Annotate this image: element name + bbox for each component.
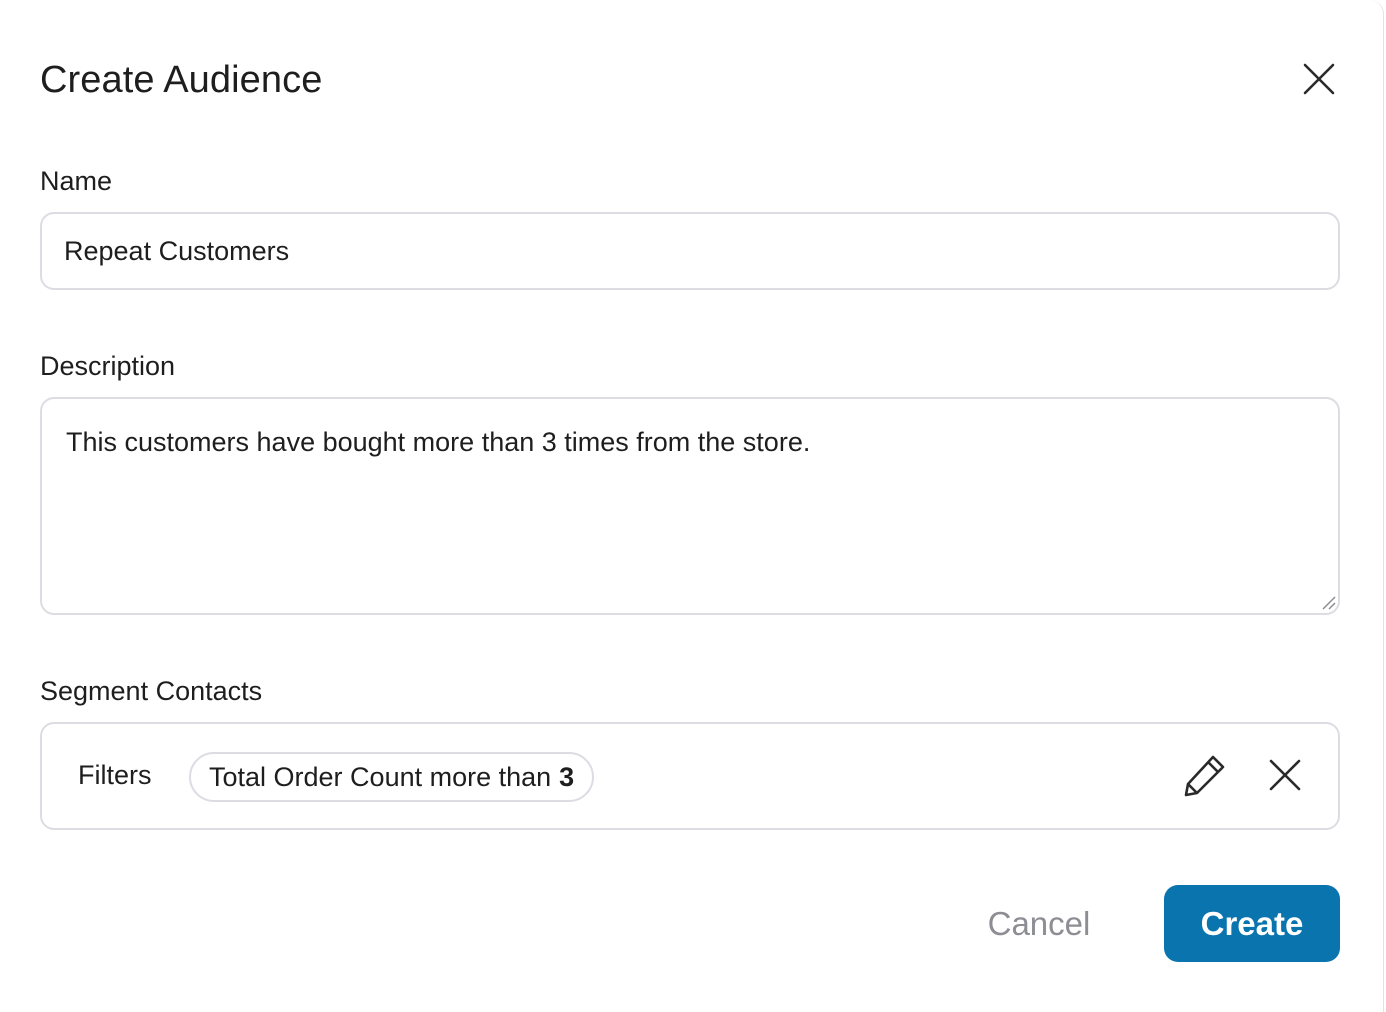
create-audience-dialog: Create Audience Name Description This cu… [0,0,1384,1012]
resize-handle-icon[interactable] [1320,594,1336,610]
filters-label: Filters [78,760,152,790]
name-input[interactable] [40,212,1340,290]
segment-contacts-label: Segment Contacts [40,676,263,706]
close-button[interactable] [1298,58,1340,100]
remove-filter-button[interactable] [1260,750,1310,800]
pencil-icon [1184,755,1225,797]
filter-chip[interactable]: Total Order Count more than 3 [189,752,595,802]
close-icon [1303,63,1335,95]
description-label: Description [40,351,176,381]
filter-chip-text: Total Order Count more than [209,761,552,792]
dialog-title: Create Audience [40,59,323,101]
segment-filter-box: Filters Total Order Count more than 3 [40,722,1340,830]
description-textarea[interactable]: This customers have bought more than 3 t… [40,397,1340,615]
create-button[interactable]: Create [1164,885,1340,962]
cancel-button[interactable]: Cancel [962,886,1116,962]
edit-filter-button[interactable] [1180,750,1230,800]
name-label: Name [40,166,113,196]
filter-chip-value: 3 [559,761,575,792]
close-icon [1269,759,1301,791]
